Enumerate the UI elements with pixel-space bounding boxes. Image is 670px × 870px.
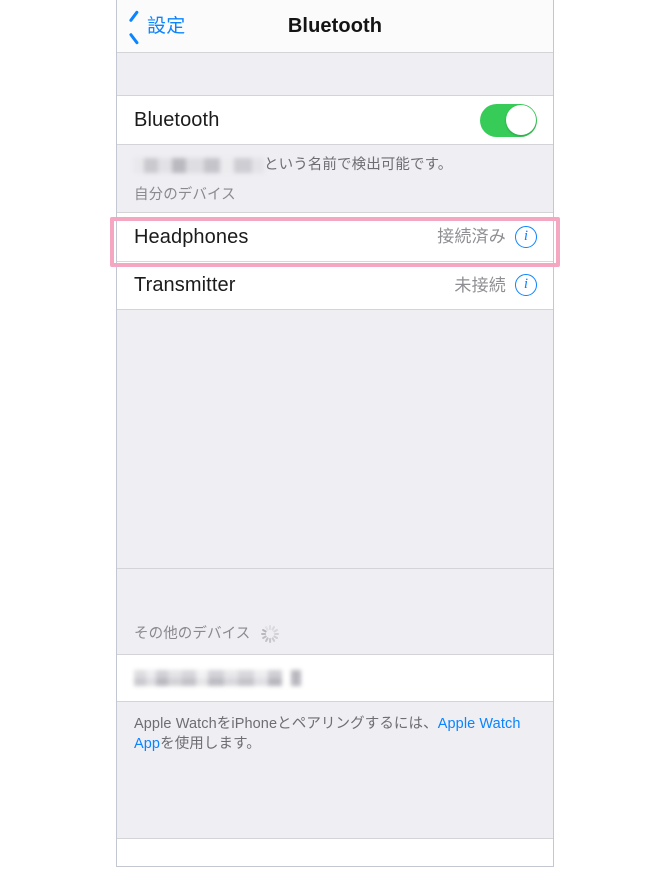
info-circle-icon[interactable]: i (515, 274, 537, 297)
device-name: Transmitter (134, 274, 236, 297)
discoverable-caption: という名前で検出可能です。 (117, 145, 553, 176)
bluetooth-toggle-group: Bluetooth (117, 95, 553, 145)
iphone-screen: 設定 Bluetooth Bluetooth という名前で検出可能です。 自分の… (116, 0, 554, 867)
activity-spinner-icon (261, 624, 280, 643)
other-devices-header-label: その他のデバイス (134, 625, 251, 642)
navigation-bar: 設定 Bluetooth (117, 0, 553, 53)
redacted-device-name (134, 158, 264, 174)
redacted-other-device-name (134, 669, 282, 686)
page-title: Bluetooth (287, 14, 383, 37)
info-glyph: i (523, 276, 529, 293)
device-row-transmitter[interactable]: Transmitter 未接続 i (117, 260, 553, 309)
discoverable-caption-text: という名前で検出可能です。 (264, 157, 453, 173)
device-row-headphones[interactable]: Headphones 接続済み i (117, 212, 553, 261)
my-devices-header: 自分のデバイス (117, 176, 553, 212)
toggle-knob (505, 105, 536, 135)
my-devices-group: Headphones 接続済み i Transmitter 未接続 i (117, 211, 553, 310)
footer-text-before-link: Apple WatchをiPhoneとペアリングするには、 (134, 715, 438, 732)
device-row-accessories: 未接続 i (454, 274, 537, 297)
bottom-white-strip (117, 838, 553, 866)
device-name: Headphones (134, 225, 249, 248)
apple-watch-footer-note: Apple WatchをiPhoneとペアリングするには、Apple Watch… (117, 702, 553, 755)
settings-scroll-view: Bluetooth という名前で検出可能です。 自分のデバイス Headphon… (117, 53, 553, 866)
info-glyph: i (523, 227, 529, 244)
footer-text-after-link: を使用します。 (160, 736, 261, 753)
bluetooth-toggle-switch[interactable] (480, 103, 537, 137)
empty-list-area (117, 309, 553, 569)
device-status: 未接続 (454, 275, 506, 295)
device-row-accessories: 接続済み i (437, 225, 537, 248)
other-devices-group (117, 653, 553, 702)
info-circle-icon[interactable]: i (515, 225, 537, 248)
other-device-row[interactable] (117, 654, 553, 701)
top-spacer (117, 53, 553, 95)
other-devices-header: その他のデバイス (117, 569, 553, 654)
my-devices-header-label: 自分のデバイス (134, 187, 236, 204)
device-status: 接続済み (437, 227, 506, 247)
bluetooth-label: Bluetooth (134, 109, 220, 131)
redacted-other-device-name-suffix (291, 669, 301, 686)
bluetooth-toggle-row[interactable]: Bluetooth (117, 96, 553, 144)
